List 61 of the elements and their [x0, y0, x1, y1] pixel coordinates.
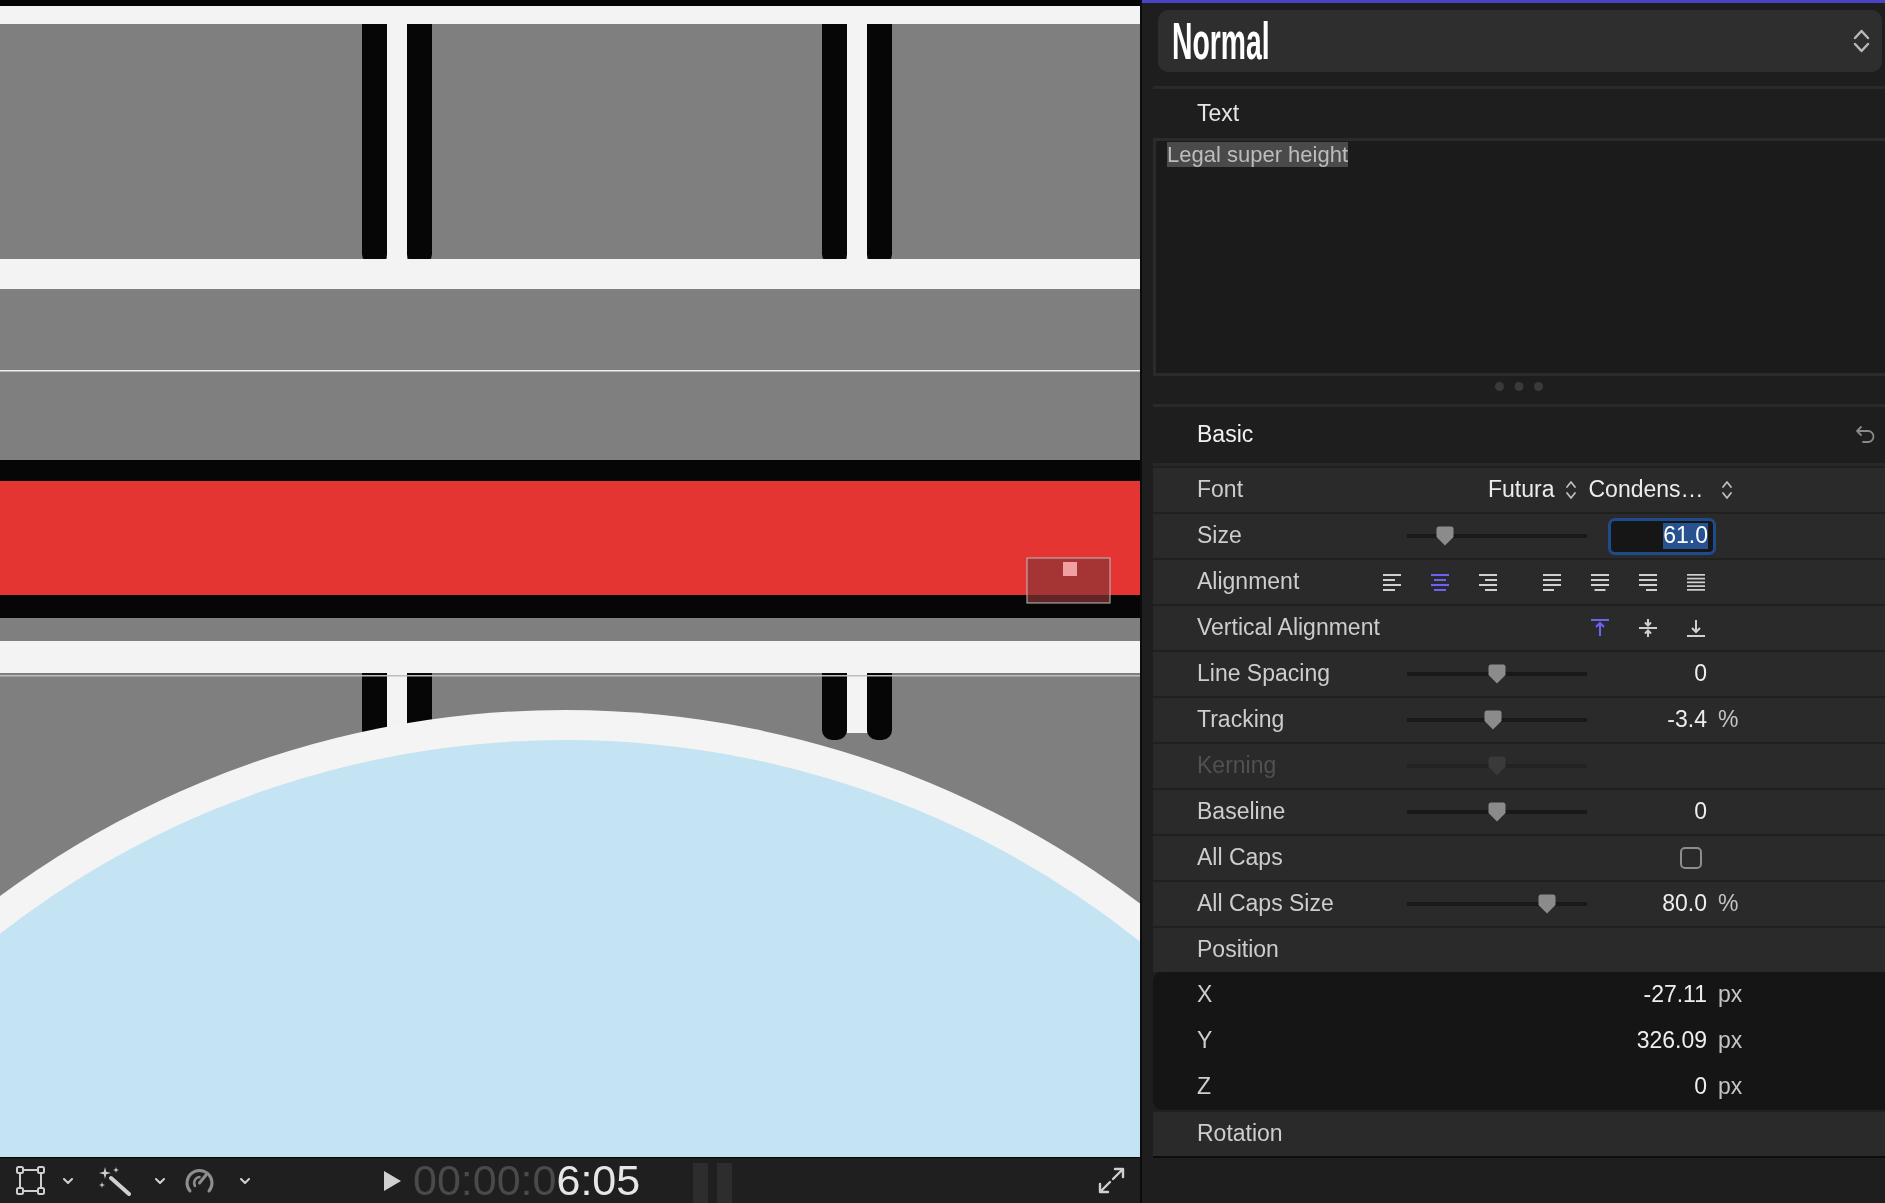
- property-label: Line Spacing: [1197, 660, 1330, 688]
- text-value: Legal super height: [1167, 142, 1349, 167]
- slider-thumb[interactable]: [1488, 664, 1506, 684]
- group-label: Rotation: [1197, 1120, 1283, 1148]
- align-left-icon[interactable]: [1383, 573, 1401, 591]
- transform-icon[interactable]: [16, 1166, 45, 1195]
- property-label: All Caps: [1197, 844, 1283, 872]
- text-input-field[interactable]: Legal super height: [1153, 138, 1885, 376]
- property-value: 80.0: [1662, 890, 1707, 918]
- typeface-popup[interactable]: Condens…: [1588, 476, 1732, 504]
- undo-icon[interactable]: [1855, 425, 1875, 445]
- unit-label: px: [1717, 981, 1743, 1009]
- slider-thumb[interactable]: [1488, 802, 1506, 822]
- justify-full-icon[interactable]: [1687, 573, 1705, 591]
- up-down-chevron-icon: [1853, 28, 1870, 54]
- value-input-field[interactable]: 61.0: [1608, 517, 1716, 555]
- property-value: -3.4: [1667, 706, 1707, 734]
- property-value: 0: [1694, 798, 1707, 826]
- property-label: Tracking: [1197, 706, 1285, 734]
- caret-icon[interactable]: [63, 1177, 73, 1184]
- property-label: Vertical Alignment: [1197, 614, 1380, 642]
- property-label: Font: [1197, 476, 1244, 504]
- property-label: Z: [1197, 1073, 1212, 1101]
- unit-label: px: [1717, 1073, 1743, 1101]
- align-top-icon[interactable]: [1591, 619, 1609, 637]
- up-down-chevron-icon: [1721, 480, 1732, 500]
- property-label: Size: [1197, 522, 1242, 550]
- justify-left-icon[interactable]: [1543, 573, 1561, 591]
- up-down-chevron-icon: [1566, 480, 1577, 500]
- property-label: X: [1197, 981, 1213, 1009]
- caret-icon[interactable]: [155, 1177, 165, 1184]
- align-middle-icon[interactable]: [1639, 619, 1657, 637]
- property-label: All Caps Size: [1197, 890, 1334, 918]
- checkbox[interactable]: [1680, 847, 1702, 869]
- play-icon[interactable]: [383, 1169, 402, 1192]
- property-value: 0: [1694, 1073, 1707, 1101]
- property-label: Y: [1197, 1027, 1213, 1055]
- property-label: Baseline: [1197, 798, 1286, 826]
- property-value: -27.11: [1643, 981, 1707, 1009]
- property-value: 326.09: [1636, 1027, 1707, 1055]
- resize-handle-icon[interactable]: [1495, 381, 1543, 391]
- property-label: Alignment: [1197, 568, 1300, 596]
- section-title: Basic: [1197, 421, 1254, 449]
- unit-label: px: [1717, 1027, 1743, 1055]
- slider-thumb[interactable]: [1538, 894, 1557, 914]
- unit-label: %: [1717, 890, 1739, 918]
- property-value: 0: [1694, 660, 1707, 688]
- justify-center-icon[interactable]: [1591, 573, 1609, 591]
- caret-icon[interactable]: [240, 1177, 250, 1184]
- font-family-popup[interactable]: Futura: [1488, 476, 1577, 504]
- align-center-icon[interactable]: [1431, 573, 1449, 591]
- slider-thumb[interactable]: [1435, 526, 1454, 546]
- section-title: Text: [1197, 99, 1240, 128]
- justify-right-icon[interactable]: [1639, 573, 1657, 591]
- expand-arrows-icon[interactable]: [1098, 1167, 1125, 1194]
- align-right-icon[interactable]: [1479, 573, 1497, 591]
- slider-thumb[interactable]: [1484, 710, 1503, 730]
- preset-popup[interactable]: Normal: [1158, 10, 1882, 72]
- group-label: Position: [1197, 936, 1279, 964]
- unit-label: %: [1717, 706, 1739, 734]
- align-bottom-icon[interactable]: [1687, 619, 1705, 637]
